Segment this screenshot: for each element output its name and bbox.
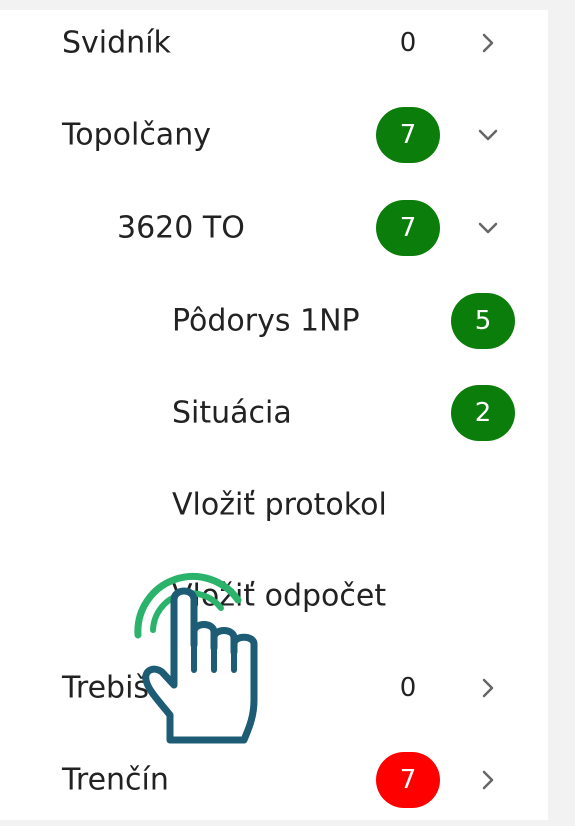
tree-item-label: Trenčín	[62, 762, 169, 798]
chevron-right-icon[interactable]	[476, 768, 500, 792]
tree-item-situacia[interactable]: Situácia 2	[0, 383, 548, 443]
count-badge: 5	[451, 293, 515, 349]
chevron-right-icon[interactable]	[476, 676, 500, 700]
count-badge: 7	[376, 752, 440, 808]
chevron-down-icon[interactable]	[476, 123, 500, 147]
count-badge: 0	[376, 15, 440, 71]
insert-protocol-link[interactable]: Vložiť protokol	[0, 475, 548, 535]
count-badge: 7	[376, 200, 440, 256]
tree-item-label: Situácia	[172, 395, 292, 431]
chevron-right-icon[interactable]	[476, 31, 500, 55]
count-badge: 7	[376, 107, 440, 163]
tree-item-svidnik[interactable]: Svidník 0	[0, 13, 548, 73]
count-badge: 0	[376, 660, 440, 716]
tree-item-label: Svidník	[62, 25, 171, 61]
tree-item-topolcany[interactable]: Topolčany 7	[0, 105, 548, 165]
tree-item-label: Vložiť protokol	[172, 487, 387, 523]
tree-item-podorys-1np[interactable]: Pôdorys 1NP 5	[0, 291, 548, 351]
tree-item-label: Topolčany	[62, 117, 211, 153]
count-badge: 2	[451, 385, 515, 441]
tree-item-label: Pôdorys 1NP	[172, 303, 360, 339]
tree-item-label: 3620 TO	[117, 210, 245, 246]
tree-item-3620-to[interactable]: 3620 TO 7	[0, 198, 548, 258]
chevron-down-icon[interactable]	[476, 216, 500, 240]
tree-item-trencin[interactable]: Trenčín 7	[0, 750, 548, 810]
tap-hand-icon	[118, 540, 278, 750]
